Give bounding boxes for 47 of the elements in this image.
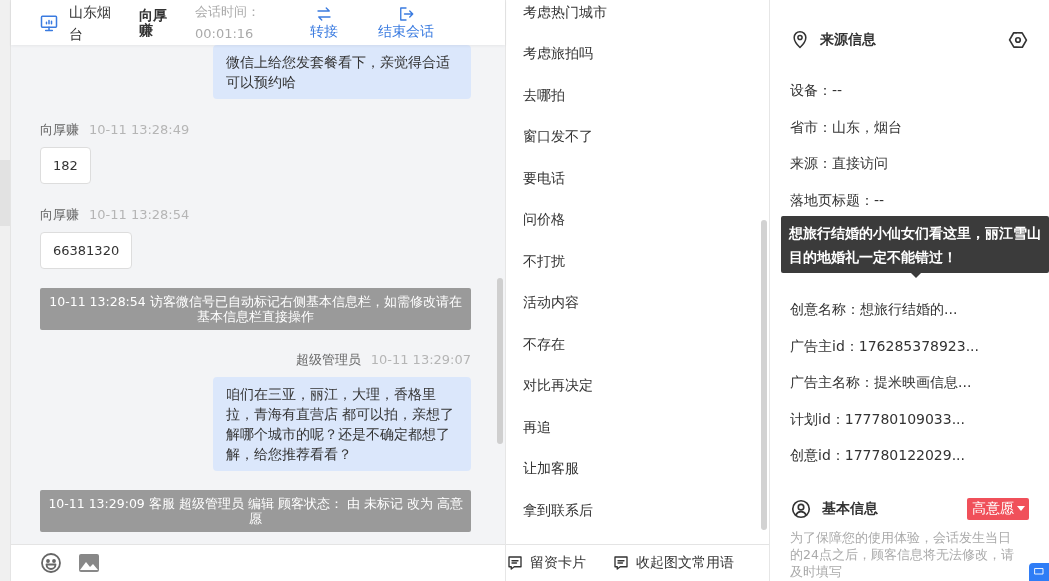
message-time: 10-11 13:28:54 (89, 207, 190, 223)
message-bubble: 咱们在三亚，丽江，大理，香格里拉，青海有直营店 都可以拍，亲想了解哪个城市的呢？还是不确定都想了解，给您推荐看看？ (213, 377, 471, 471)
info-field: 设备：-- (790, 82, 843, 101)
info-field: 创意名称：想旅行结婚的... (790, 301, 958, 320)
visitor-name: 向厚赚 (139, 7, 168, 38)
tooltip: 想旅行结婚的小仙女们看这里，丽江雪山目的地婚礼一定不能错过！ (781, 216, 1049, 273)
quick-phrase[interactable]: 考虑热门城市 (523, 0, 769, 34)
quick-phrase[interactable]: 考虑旅拍吗 (523, 33, 769, 75)
message-bubble: 微信上给您发套餐看下，亲觉得合适可以预约哈 (213, 45, 471, 99)
quick-phrase[interactable]: 窗口发不了 (523, 116, 769, 158)
quick-phrase[interactable]: 对比再决定 (523, 365, 769, 407)
message-time: 10-11 13:28:49 (89, 122, 190, 138)
section-title: 基本信息 (822, 499, 879, 518)
transfer-button[interactable]: 转接 (310, 4, 338, 41)
message-time: 10-11 13:29:07 (370, 352, 471, 368)
quick-phrase[interactable]: 不存在 (523, 324, 769, 366)
info-field: 落地页标题：-- (790, 191, 885, 210)
info-field: 广告主名称：提米映画信息... (790, 374, 972, 393)
sender-name: 向厚赚 (40, 207, 79, 223)
sender-name: 超级管理员 (295, 352, 361, 368)
collapse-phrases-button[interactable]: 收起图文常用语 (612, 554, 734, 572)
info-field: 创意id：177780122029... (790, 447, 965, 466)
message-bubble: 66381320 (40, 232, 133, 269)
quick-phrase[interactable]: 让加客服 (523, 448, 769, 490)
section-title: 来源信息 (820, 31, 877, 49)
quick-phrase[interactable]: 问价格 (523, 199, 769, 241)
visitor-location: 山东烟台 (69, 2, 112, 44)
sender-name: 向厚赚 (40, 122, 79, 138)
quick-phrase[interactable]: 不打扰 (523, 241, 769, 283)
system-notice: 10-11 13:29:09 客服 超级管理员 编辑 顾客状态： 由 未标记 改为 高意愿 (40, 490, 471, 532)
end-session-button[interactable]: 结束会话 (378, 4, 434, 41)
info-note: 为了保障您的使用体验，会话发生当日的24点之后，顾客信息将无法修改，请及时填写 (790, 528, 1015, 580)
status-dropdown[interactable]: 高意愿 (967, 497, 1029, 520)
quick-phrase[interactable]: 要电话 (523, 158, 769, 200)
duration-label: 会话时间： (195, 2, 260, 21)
info-field: 来源：直接访问 (790, 155, 888, 174)
info-field: 省市：山东，烟台 (790, 118, 902, 137)
lead-card-button[interactable]: 留资卡片 (506, 554, 586, 572)
quick-phrase[interactable]: 再追 (523, 407, 769, 449)
session-duration: 00:01:16 (195, 24, 255, 43)
quick-phrase[interactable]: 去哪拍 (523, 75, 769, 117)
quick-phrase[interactable]: 活动内容 (523, 282, 769, 324)
message-bubble: 182 (40, 147, 91, 184)
info-field: 广告主id：176285378923... (790, 337, 979, 356)
quick-phrase[interactable]: 拿到联系后 (523, 490, 769, 532)
system-notice: 10-11 13:28:54 访客微信号已自动标记右侧基本信息栏，如需修改请在基本信息栏直接操作 (40, 288, 471, 330)
info-field: 计划id：177780109033... (790, 410, 965, 429)
